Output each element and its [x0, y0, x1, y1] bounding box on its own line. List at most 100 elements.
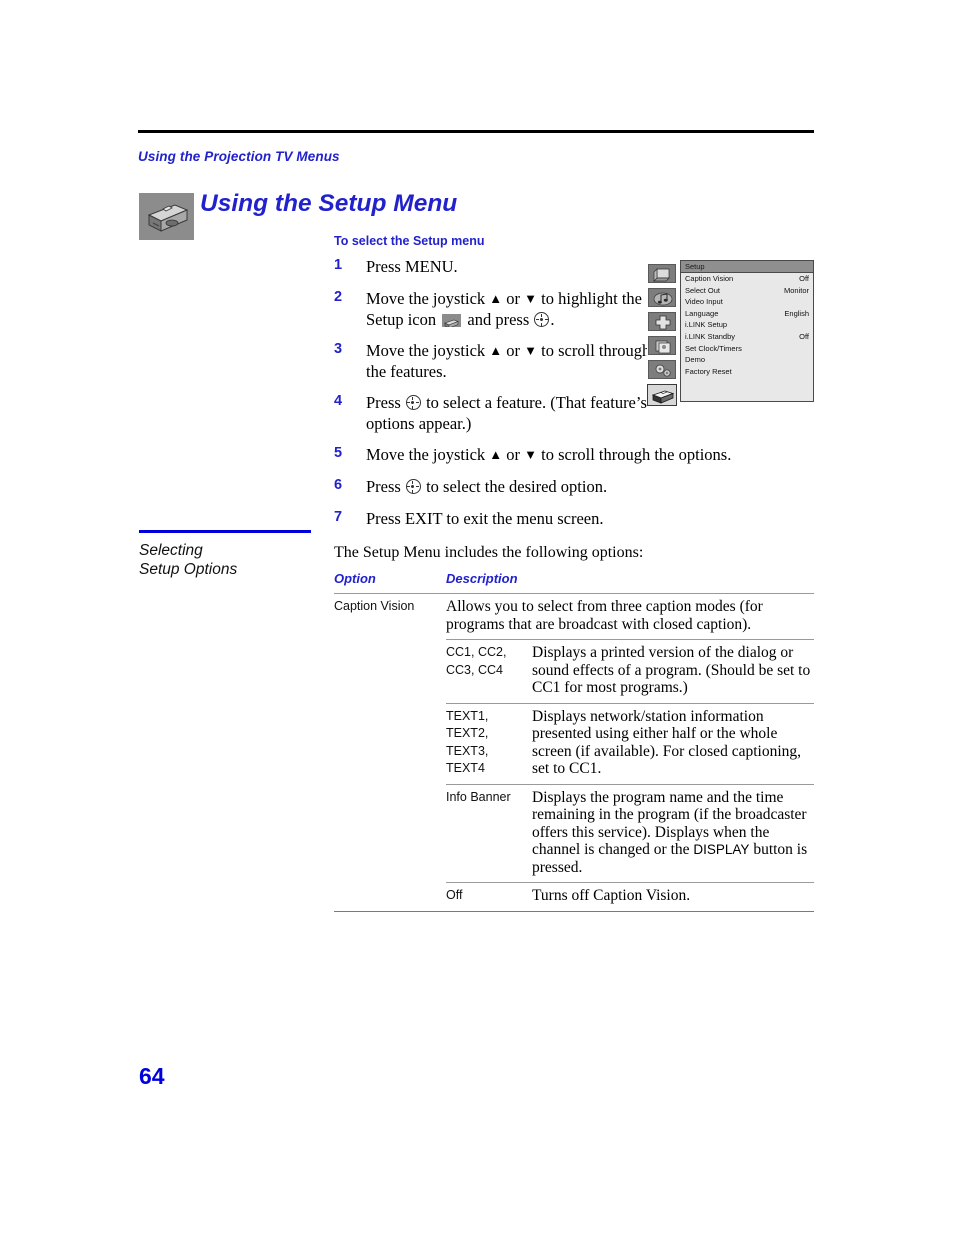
video-screen-icon	[648, 264, 676, 283]
tv-menu-row-value: Monitor	[783, 285, 809, 295]
audio-note-icon	[648, 288, 676, 307]
up-arrow-icon: ▲	[489, 343, 503, 358]
toolbox-icon	[139, 193, 194, 240]
row-description: Displays network/station information pre…	[532, 707, 801, 778]
step-number: 4	[334, 393, 343, 409]
step-text-part: to select the desired option.	[421, 477, 608, 496]
select-icon	[534, 312, 550, 327]
tv-menu-row[interactable]: Video Input	[681, 296, 813, 308]
row-description: Displays the program name and the time r…	[532, 789, 814, 877]
tv-menu-row[interactable]: Select Out Monitor	[681, 285, 813, 297]
table-row: TEXT1, TEXT2, TEXT3, TEXT4 Displays netw…	[334, 704, 814, 784]
step-6: 6 Press to select the desired option.	[334, 476, 814, 498]
channel-plus-icon	[648, 312, 676, 331]
tv-menu-row-label: Set Clock/Timers	[685, 343, 742, 353]
step-5: 5 Move the joystick ▲ or ▼ to scroll thr…	[334, 444, 814, 466]
step-text-part: or	[502, 445, 525, 464]
settings-gears-icon	[648, 360, 676, 379]
row-description: Turns off Caption Vision.	[532, 887, 691, 904]
tv-menu-row-value: Off	[799, 274, 809, 283]
tv-menu-screenshot: Setup Caption Vision Off Select Out Moni…	[647, 260, 814, 410]
row-option: CC1, CC2, CC3, CC4	[446, 645, 507, 677]
tv-menu-row-value: English	[784, 308, 809, 318]
row-description: Allows you to select from three caption …	[446, 598, 763, 633]
tv-menu-row[interactable]: i.LINK Standby Off	[681, 331, 813, 343]
tv-menu-row-label: i.LINK Setup	[685, 320, 728, 330]
tv-menu-row[interactable]: Factory Reset	[681, 366, 813, 378]
select-icon	[405, 395, 421, 410]
header-rule	[138, 130, 814, 133]
setup-icon	[442, 314, 462, 327]
table-row: Off Turns off Caption Vision.	[334, 883, 814, 911]
step-text-part: Move the joystick	[366, 445, 490, 464]
step-7: 7 Press EXIT to exit the menu screen.	[334, 508, 814, 530]
section-heading-line2: Setup Options	[139, 561, 238, 578]
running-head: Using the Projection TV Menus	[138, 149, 340, 164]
step-text-part: Move the joystick	[366, 341, 490, 360]
step-text: Move the joystick ▲ or ▼ to scroll throu…	[366, 444, 814, 465]
step-text: Move the joystick ▲ or ▼ to highlight th…	[366, 288, 656, 330]
table-row: Info Banner Displays the program name an…	[334, 785, 814, 883]
step-number: 5	[334, 445, 343, 461]
tv-menu-row[interactable]: Caption Vision Off	[681, 273, 813, 285]
column-header-option: Option	[334, 571, 376, 586]
tv-menu-row-label: Language	[685, 308, 719, 318]
step-text: Press to select the desired option.	[366, 476, 814, 497]
intro-text: The Setup Menu includes the following op…	[334, 544, 644, 561]
tv-menu-row-label: Factory Reset	[685, 366, 732, 376]
page-number: 64	[139, 1063, 165, 1089]
picture-cards-icon	[648, 336, 676, 355]
up-arrow-icon: ▲	[489, 291, 503, 306]
tv-menu-row-label: Select Out	[685, 285, 721, 295]
page-title: Using the Setup Menu	[200, 190, 458, 217]
row-option: Info Banner	[446, 789, 511, 804]
select-icon	[405, 479, 421, 494]
step-number: 7	[334, 509, 343, 525]
tv-menu-row[interactable]: Set Clock/Timers	[681, 343, 813, 355]
table-header-row: Option Description	[334, 571, 814, 593]
table-bottom-rule	[334, 910, 814, 912]
step-4: 4 Press to select a feature. (That featu…	[334, 392, 656, 434]
row-option: TEXT1, TEXT2, TEXT3, TEXT4	[446, 708, 489, 776]
table-row: CC1, CC2, CC3, CC4 Displays a printed ve…	[334, 640, 814, 703]
up-arrow-icon: ▲	[489, 447, 503, 462]
down-arrow-icon: ▼	[524, 447, 538, 462]
step-text-part: Press	[366, 393, 405, 412]
setup-toolbox-icon[interactable]	[647, 384, 677, 406]
down-arrow-icon: ▼	[524, 343, 538, 358]
tv-menu-row-label: i.LINK Standby	[685, 331, 736, 341]
step-text: Press EXIT to exit the menu screen.	[366, 509, 604, 528]
row-option: Caption Vision	[334, 599, 415, 613]
tv-menu-row-label: Caption Vision	[685, 274, 734, 283]
tv-menu-title: Setup	[681, 261, 813, 273]
tv-menu-row[interactable]: Language English	[681, 308, 813, 320]
document-page: Using the Projection TV Menus Using the …	[0, 0, 954, 1235]
step-text-part: to scroll through the options.	[537, 445, 732, 464]
step-number: 2	[334, 289, 343, 305]
step-text-part: or	[502, 289, 525, 308]
step-number: 3	[334, 341, 343, 357]
row-description: Displays a printed version of the dialog…	[532, 644, 811, 696]
step-number: 1	[334, 257, 343, 273]
procedure-heading: To select the Setup menu	[334, 234, 485, 248]
tv-menu-row-value: Off	[799, 331, 809, 341]
step-text-part: Move the joystick	[366, 289, 490, 308]
row-option: Off	[446, 888, 463, 902]
step-text: Press to select a feature. (That feature…	[366, 392, 656, 434]
table-row: Caption Vision Allows you to select from…	[334, 594, 814, 639]
step-text-part: and press	[463, 310, 534, 329]
step-text-part: Press	[366, 477, 405, 496]
tv-menu-row[interactable]: i.LINK Setup	[681, 319, 813, 331]
tv-menu-row[interactable]: Demo	[681, 354, 813, 366]
display-button-name: DISPLAY	[693, 842, 750, 857]
section-heading-line1: Selecting	[139, 542, 203, 559]
tv-menu-row-label: Demo	[685, 355, 706, 365]
column-header-description: Description	[446, 571, 518, 586]
tv-menu-icon-column	[647, 260, 678, 410]
options-table: Option Description Caption Vision Allows…	[334, 571, 814, 912]
down-arrow-icon: ▼	[524, 291, 538, 306]
step-text-part: or	[502, 341, 525, 360]
step-2: 2 Move the joystick ▲ or ▼ to highlight …	[334, 288, 656, 330]
section-heading: Selecting Setup Options	[139, 541, 319, 579]
step-text-part: .	[550, 310, 555, 329]
